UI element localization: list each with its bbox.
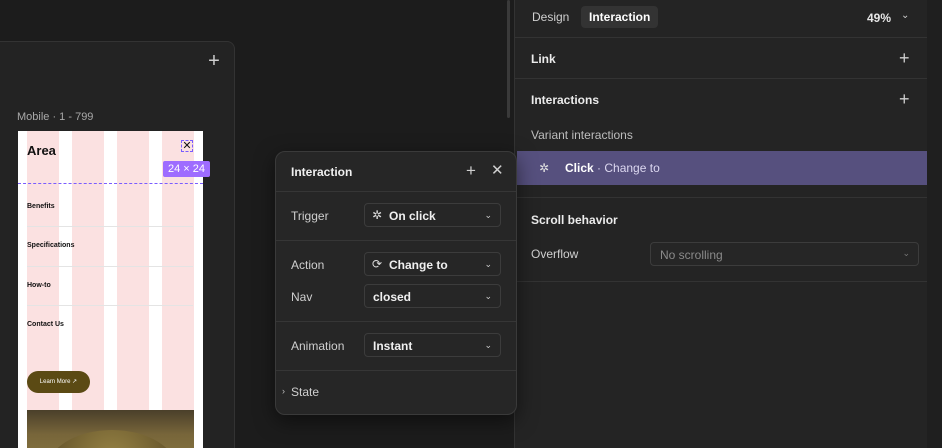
popover-title: Interaction [291, 165, 353, 179]
animation-value: Instant [373, 339, 413, 353]
link-title: Link [531, 52, 556, 66]
zoom-level[interactable]: 49% [867, 11, 891, 25]
interaction-popover: Interaction + ✕ Trigger ✲ On click ⌄ Act… [275, 151, 517, 415]
properties-panel: Design Interaction 49% ⌄ Link + Interact… [514, 0, 942, 448]
interaction-item-label: Click · Change to [565, 161, 660, 175]
action-select[interactable]: ⟳ Change to ⌄ [364, 252, 501, 276]
close-icon[interactable]: ✕ [491, 161, 504, 179]
nav-select[interactable]: closed ⌄ [364, 284, 501, 308]
nav-divider [27, 305, 193, 306]
chevron-right-icon[interactable]: › [282, 386, 285, 396]
click-icon: ✲ [372, 208, 383, 222]
layout-grid [18, 131, 203, 448]
nav-value: closed [373, 290, 412, 304]
panel-header: Design Interaction 49% ⌄ [515, 0, 927, 38]
click-icon: ✲ [539, 161, 550, 175]
size-badge: 24 × 24 [163, 161, 211, 177]
animation-label: Animation [291, 339, 345, 353]
chevron-down-icon: ⌄ [484, 340, 492, 350]
mobile-nav-how-to[interactable]: How-to [27, 282, 51, 289]
animation-select[interactable]: Instant ⌄ [364, 333, 501, 357]
refresh-icon: ⟳ [372, 257, 383, 271]
scroll-behavior-title: Scroll behavior [531, 213, 618, 227]
trigger-select[interactable]: ✲ On click ⌄ [364, 203, 501, 227]
panel-scrollbar-track[interactable] [927, 0, 942, 448]
nav-divider [27, 266, 193, 267]
trigger-label: Trigger [291, 209, 329, 223]
state-toggle[interactable]: State [291, 385, 319, 399]
add-plus-icon[interactable]: + [466, 161, 476, 181]
mobile-nav-benefits[interactable]: Benefits [27, 203, 55, 210]
header-guide-line [18, 183, 203, 184]
mobile-hero-image[interactable] [27, 410, 194, 448]
overflow-select[interactable]: No scrolling ⌄ [650, 242, 919, 266]
link-section: Link + [515, 38, 927, 79]
add-link-plus-icon[interactable]: + [899, 49, 910, 67]
mobile-frame[interactable]: Area ✕ Benefits Specifications How-to Co… [18, 131, 203, 448]
interaction-item[interactable]: ✲ Click · Change to [517, 151, 927, 185]
mobile-close-icon[interactable]: ✕ [181, 140, 193, 152]
chevron-down-icon: ⌄ [484, 210, 492, 220]
frame-label[interactable]: Mobile · 1 - 799 [17, 111, 93, 123]
action-value: Change to [389, 258, 448, 272]
add-interaction-plus-icon[interactable]: + [899, 90, 910, 108]
tab-design[interactable]: Design [524, 6, 577, 28]
trigger-value: On click [389, 209, 436, 223]
canvas-scrollbar[interactable] [507, 0, 510, 118]
overflow-value: No scrolling [660, 248, 723, 262]
nav-label: Nav [291, 290, 313, 304]
chevron-down-icon: ⌄ [902, 248, 910, 258]
scroll-behavior-section: Scroll behavior [515, 198, 927, 282]
mobile-nav-contact-us[interactable]: Contact Us [27, 321, 64, 328]
interactions-title: Interactions [531, 93, 600, 107]
chevron-down-icon: ⌄ [484, 291, 492, 301]
interaction-action-text: · Change to [597, 161, 660, 175]
mobile-logo[interactable]: Area [27, 143, 56, 158]
nav-divider [27, 226, 193, 227]
zoom-chevron-down-icon[interactable]: ⌄ [901, 10, 909, 21]
add-frame-plus-icon[interactable]: + [206, 51, 222, 71]
chevron-down-icon: ⌄ [484, 259, 492, 269]
interaction-trigger-text: Click [565, 161, 594, 175]
learn-more-button[interactable]: Learn More ↗ [27, 371, 90, 393]
overflow-label: Overflow [531, 247, 579, 261]
tab-interaction[interactable]: Interaction [581, 6, 659, 28]
mobile-nav-specifications[interactable]: Specifications [27, 242, 74, 249]
action-label: Action [291, 258, 325, 272]
variant-interactions-label: Variant interactions [531, 128, 633, 142]
